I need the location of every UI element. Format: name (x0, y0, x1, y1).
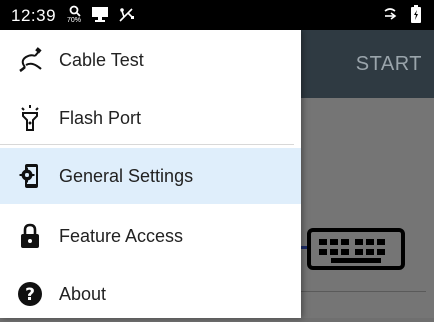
drawer-item-cable-test[interactable]: Cable Test (0, 32, 301, 88)
start-button[interactable]: START (356, 53, 422, 76)
help-icon: ? (18, 282, 42, 306)
drawer-item-label: About (59, 284, 107, 304)
status-time: 12:39 (11, 6, 57, 25)
drawer-item-label: General Settings (59, 166, 194, 186)
drawer-item-flash-port[interactable]: Flash Port (0, 90, 301, 146)
drawer-divider (0, 144, 294, 145)
drawer-item-about[interactable]: ? About (0, 266, 301, 322)
status-bar: 12:39 70% (0, 0, 434, 30)
keyboard-icon[interactable] (307, 228, 405, 270)
monitor-icon (92, 7, 108, 22)
drawer-item-feature-access[interactable]: Feature Access (0, 208, 301, 264)
background-divider (300, 291, 426, 292)
navigation-drawer: Cable Test Flash Port General Settings F… (0, 30, 301, 318)
cable-icon (19, 47, 42, 73)
drawer-item-label: Cable Test (59, 50, 144, 70)
drawer-item-label: Flash Port (59, 108, 142, 128)
drawer-item-general-settings[interactable]: General Settings (0, 148, 301, 204)
flashlight-icon (21, 105, 39, 131)
usb-icon (119, 8, 134, 22)
svg-text:?: ? (25, 285, 35, 305)
battery-percent: 70% (67, 17, 82, 24)
phone-settings-icon (19, 164, 38, 188)
signal-icon (384, 8, 397, 20)
battery-icon (411, 5, 421, 23)
drawer-item-label: Feature Access (59, 226, 184, 246)
lock-icon (21, 223, 39, 248)
